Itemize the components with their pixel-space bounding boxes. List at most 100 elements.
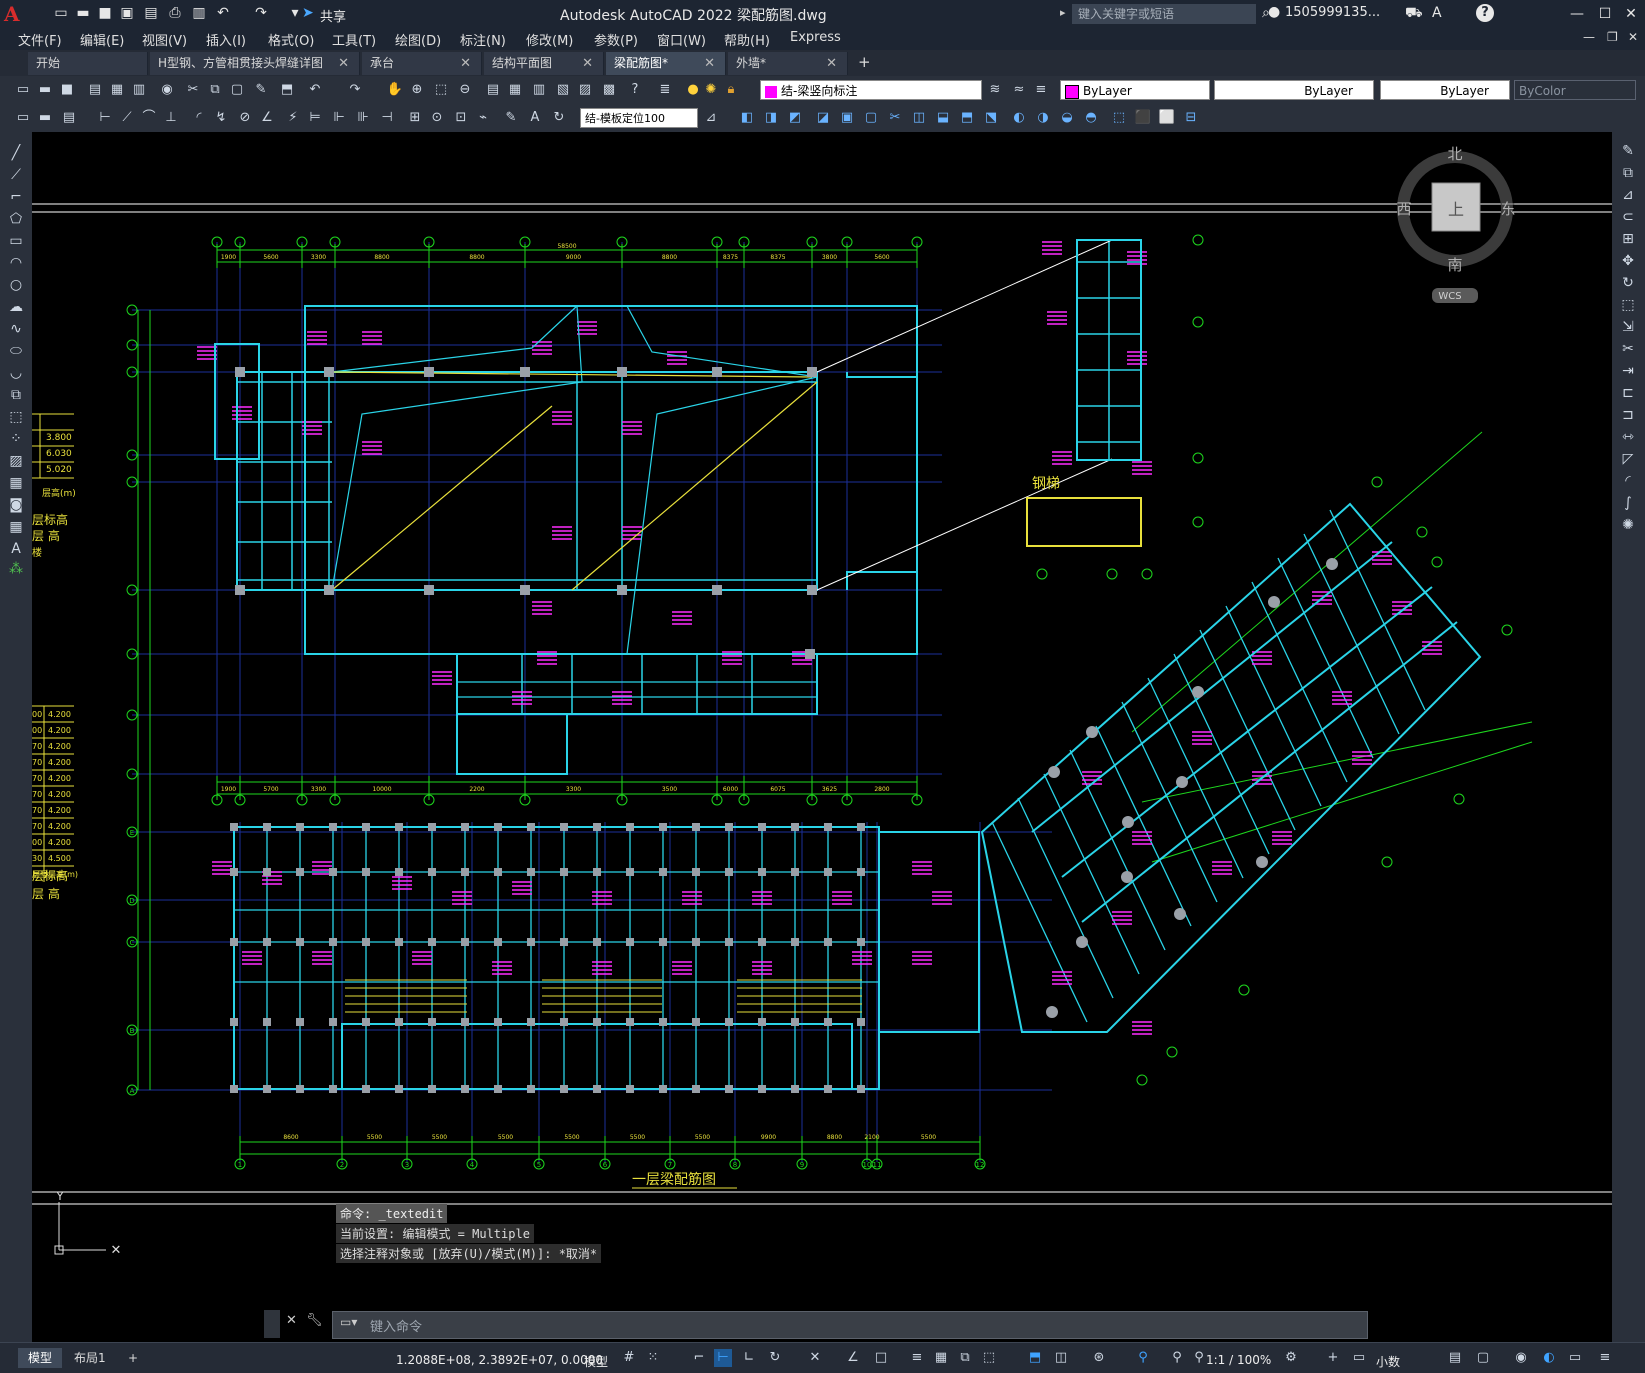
redo-icon[interactable]: ↷	[346, 81, 364, 99]
open-icon[interactable]: ▬	[74, 4, 92, 22]
explode-icon[interactable]: ✺	[1617, 514, 1639, 536]
modify-icon-16[interactable]: ⬚	[1110, 109, 1128, 127]
spline-icon[interactable]: ∿	[5, 318, 27, 340]
stretch-icon[interactable]: ⇲	[1617, 316, 1639, 338]
modify-icon-4[interactable]: ◪	[814, 109, 832, 127]
modify-icon-3[interactable]: ◩	[786, 109, 804, 127]
continue-dimension-icon[interactable]: ⊩	[330, 109, 348, 127]
dynamic-ucs-icon[interactable]: ⬒	[1026, 1349, 1044, 1367]
modify-icon-1[interactable]: ◧	[738, 109, 756, 127]
lock-ui-icon[interactable]: ▢	[1474, 1349, 1492, 1367]
layer-lock-icon[interactable]: 🔒︎	[722, 81, 740, 99]
line-icon[interactable]: ╱	[5, 142, 27, 164]
tab-close-icon[interactable]: ✕	[338, 52, 349, 75]
share-button[interactable]: 共享	[320, 6, 346, 25]
copy-icon[interactable]: ⧉	[206, 81, 224, 99]
mirror-icon[interactable]: ⊿	[1617, 184, 1639, 206]
plot-icon[interactable]: ▤	[142, 4, 160, 22]
tool-icon-2[interactable]: ▬	[36, 109, 54, 127]
scale-icon[interactable]: ⬚	[1617, 294, 1639, 316]
linear-dimension-icon[interactable]: ⊢	[96, 109, 114, 127]
lineweight-icon[interactable]: ≡	[908, 1349, 926, 1367]
region-icon[interactable]: ◙	[5, 494, 27, 516]
pan-icon[interactable]: ✋	[386, 81, 404, 99]
break-icon[interactable]: ⊐	[1617, 404, 1639, 426]
menu-edit[interactable]: 编辑(E)	[80, 30, 124, 49]
isolate-objects-icon[interactable]: ◉	[1512, 1349, 1530, 1367]
saveas-icon[interactable]: ▣	[118, 4, 136, 22]
ortho-icon[interactable]: ∟	[740, 1349, 758, 1367]
modify-icon-13[interactable]: ◑	[1034, 109, 1052, 127]
model-space-button[interactable]: 模型	[584, 1353, 608, 1370]
sheet-set-icon[interactable]: ▧	[554, 81, 572, 99]
tab-close-icon[interactable]: ✕	[460, 52, 471, 75]
paste-icon[interactable]: ▢	[228, 81, 246, 99]
cut-icon[interactable]: ✂	[184, 81, 202, 99]
trim-icon[interactable]: ✂	[1617, 338, 1639, 360]
menu-insert[interactable]: 插入(I)	[206, 30, 246, 49]
command-customize-icon[interactable]: 🔧︎	[306, 1313, 323, 1328]
isometric-icon[interactable]: ✕	[806, 1349, 824, 1367]
new-tab-button[interactable]: +	[858, 53, 871, 71]
hardware-acceleration-icon[interactable]: ◐	[1540, 1349, 1558, 1367]
tab-pile-cap[interactable]: 承台 ✕	[362, 52, 482, 75]
quick-dimension-icon[interactable]: ⚡	[284, 109, 302, 127]
viewcube-south[interactable]: 南	[1447, 256, 1462, 274]
units-value[interactable]: 小数	[1376, 1353, 1400, 1370]
close-button[interactable]: ✕	[1617, 2, 1645, 26]
command-close-icon[interactable]: ✕	[286, 1313, 297, 1328]
modify-icon-15[interactable]: ◓	[1082, 109, 1100, 127]
polygon-icon[interactable]: ⬠	[5, 208, 27, 230]
modify-icon-12[interactable]: ◐	[1010, 109, 1028, 127]
workspace-gear-icon[interactable]: ⚙	[1282, 1349, 1300, 1367]
modify-icon-5[interactable]: ▣	[838, 109, 856, 127]
point-icon[interactable]: ⁘	[5, 428, 27, 450]
layer-previous-icon[interactable]: ≈	[1010, 81, 1028, 99]
modify-icon-10[interactable]: ⬒	[958, 109, 976, 127]
ellipse-icon[interactable]: ⬭	[5, 340, 27, 362]
dimension-style-dropdown[interactable]: 结-模板定位100	[580, 108, 698, 128]
tool-palettes-icon[interactable]: ▥	[530, 81, 548, 99]
tolerance-icon[interactable]: ⊞	[406, 109, 424, 127]
dimension-edit-icon[interactable]: ✎	[502, 109, 520, 127]
dimension-break-icon[interactable]: ⊣	[378, 109, 396, 127]
match-properties-icon[interactable]: ✎	[252, 81, 270, 99]
viewcube-north[interactable]: 北	[1447, 145, 1462, 163]
snap-icon[interactable]: ⁙	[644, 1349, 662, 1367]
design-center-icon[interactable]: ▦	[506, 81, 524, 99]
menu-modify[interactable]: 修改(M)	[526, 30, 573, 49]
hatch-icon[interactable]: ▨	[5, 450, 27, 472]
share-icon[interactable]: ➤	[302, 5, 314, 21]
customization-icon[interactable]: ≡	[1596, 1349, 1614, 1367]
modify-icon-8[interactable]: ◫	[910, 109, 928, 127]
tab-start[interactable]: 开始	[28, 52, 148, 75]
dimension-text-edit-icon[interactable]: A	[526, 109, 544, 127]
help-icon[interactable]: ?	[1476, 4, 1494, 22]
undo-icon[interactable]: ↶	[306, 81, 324, 99]
copy-object-icon[interactable]: ⧉	[1617, 162, 1639, 184]
menu-tools[interactable]: 工具(T)	[332, 30, 376, 49]
gradient-icon[interactable]: ▦	[5, 472, 27, 494]
modify-icon-6[interactable]: ▢	[862, 109, 880, 127]
viewcube[interactable]: 上 北 南 东 西 WCS	[1396, 145, 1516, 303]
array-icon[interactable]: ⊞	[1617, 228, 1639, 250]
menu-format[interactable]: 格式(O)	[268, 30, 314, 49]
3d-print-icon[interactable]: ◉	[158, 81, 176, 99]
ordinate-dimension-icon[interactable]: ⊥	[162, 109, 180, 127]
insert-block-icon[interactable]: ⧉	[5, 384, 27, 406]
search-input[interactable]: 键入关键字或短语	[1072, 4, 1256, 24]
selection-filter-icon[interactable]: ◫	[1052, 1349, 1070, 1367]
coordinates-readout[interactable]: 1.2088E+08, 2.3892E+07, 0.0000	[396, 1353, 603, 1367]
object-snap-icon[interactable]: □	[872, 1349, 890, 1367]
command-prompt-icon[interactable]: ▭▾	[340, 1315, 357, 1329]
layout1-tab[interactable]: 布局1	[64, 1348, 116, 1368]
units-icon[interactable]: ▭	[1350, 1349, 1368, 1367]
undo-icon[interactable]: ↶	[214, 4, 232, 22]
plot-icon[interactable]: ▤	[86, 81, 104, 99]
new-icon[interactable]: ▭	[52, 4, 70, 22]
properties-icon[interactable]: ▤	[484, 81, 502, 99]
table-icon[interactable]: ▦	[5, 516, 27, 538]
viewcube-east[interactable]: 东	[1500, 200, 1515, 218]
publish-icon[interactable]: ▥	[130, 81, 148, 99]
angular-dimension-icon[interactable]: ∠	[258, 109, 276, 127]
